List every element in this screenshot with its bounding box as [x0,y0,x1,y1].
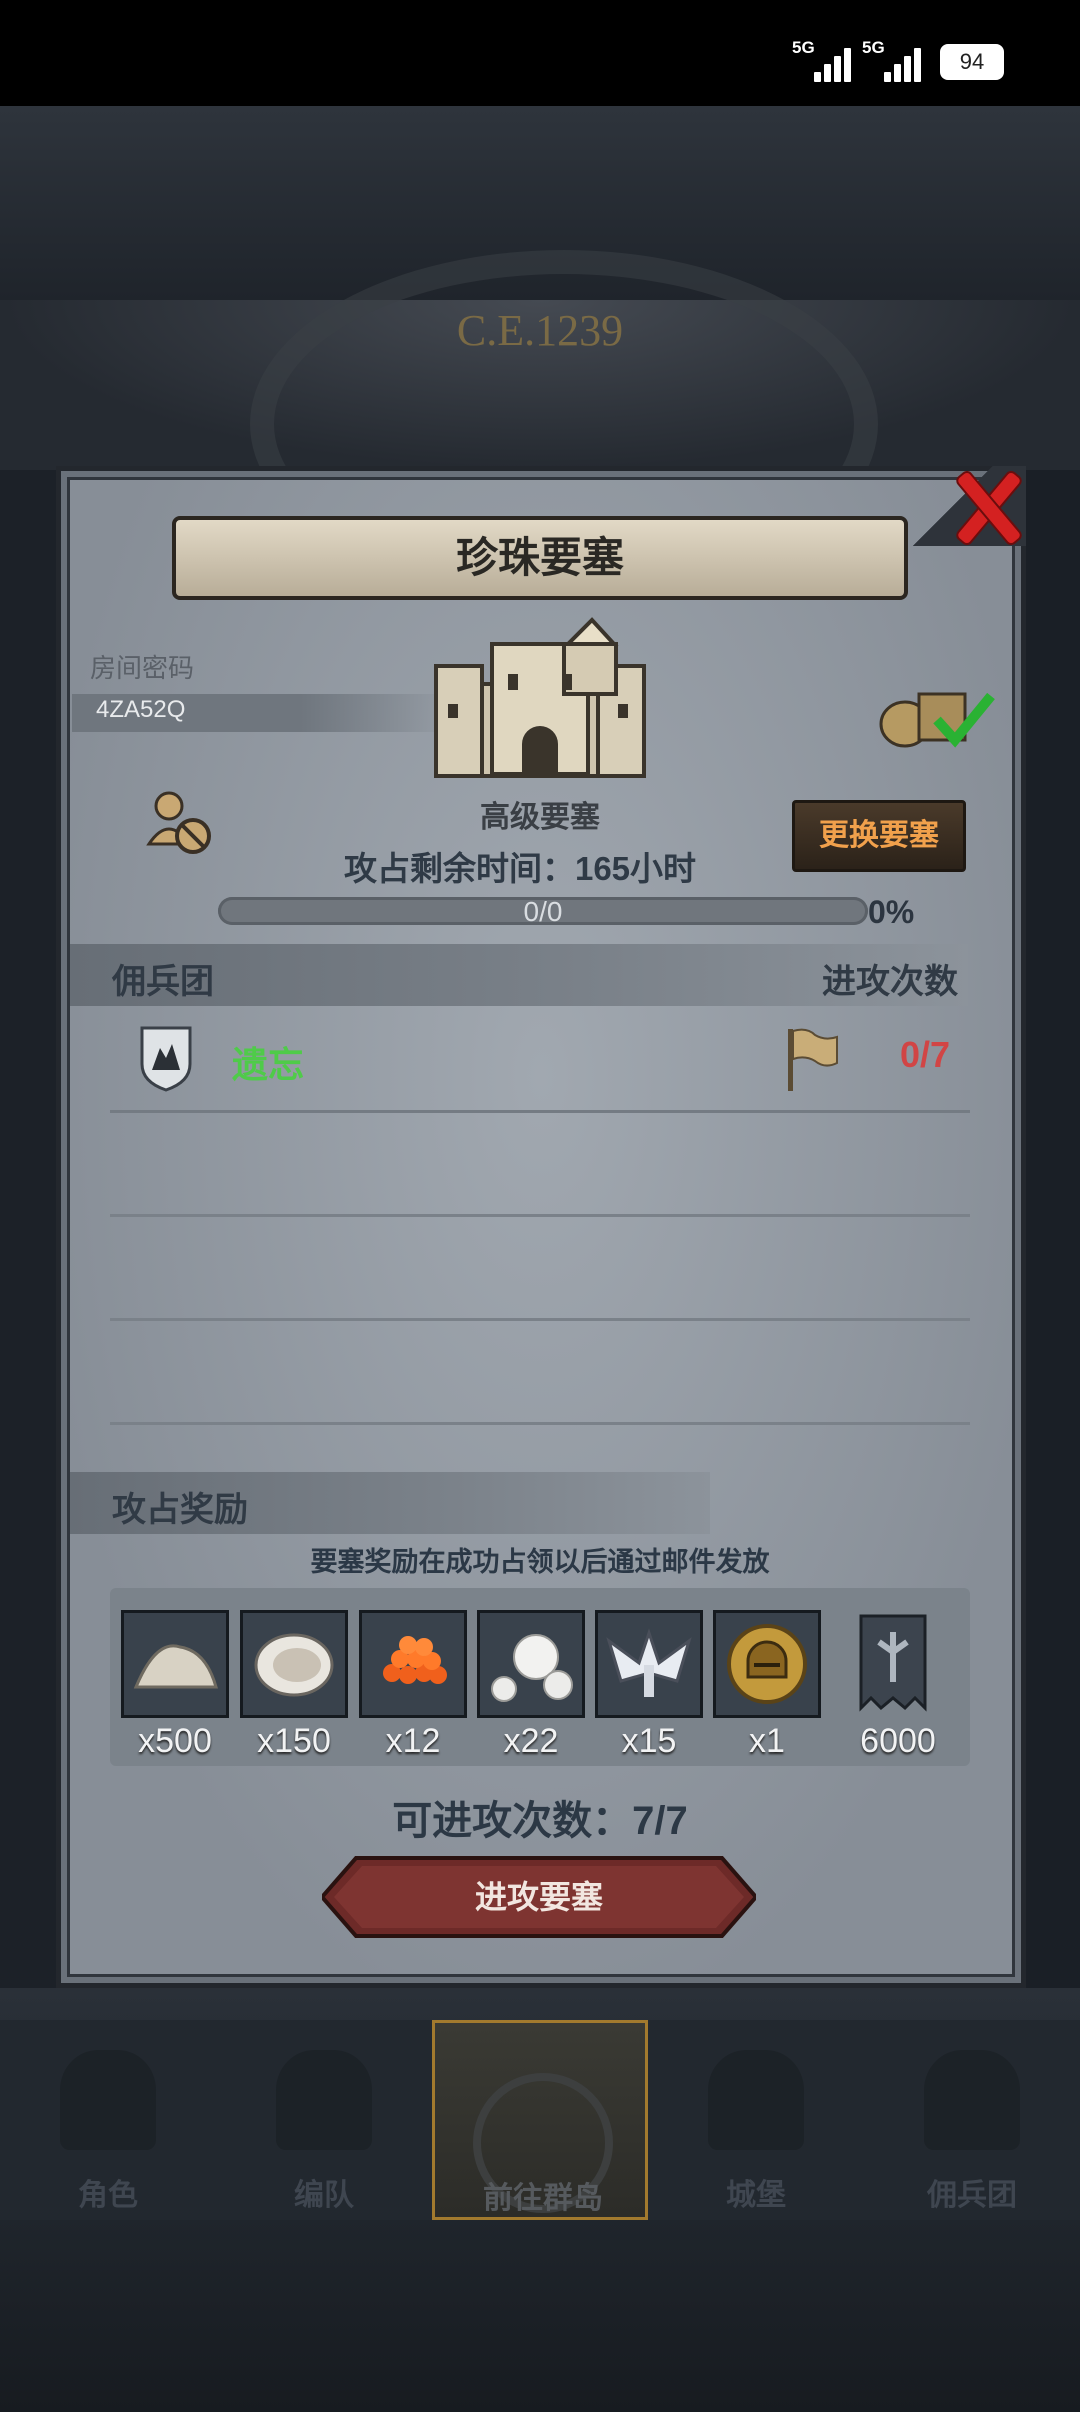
nav-label: 角色 [78,2179,138,2212]
fortress-level: 高级要塞 [480,801,600,834]
empty-row [110,1318,970,1425]
guild-name[interactable]: 遗忘 [232,1036,304,1088]
right-side-panel [1022,470,1080,2010]
fish-roe-icon [359,1610,467,1718]
banner-icon[interactable] [855,1610,931,1716]
flag-icon [788,1028,838,1091]
guild-shield-icon [140,1026,192,1092]
nav-item-character[interactable]: 角色 [0,2020,216,2220]
nav-label: 城堡 [726,2179,786,2212]
status-bar: 5G 5G 94 [0,0,1080,106]
helmet-coin-icon [713,1610,821,1718]
nav-label: 佣兵团 [927,2179,1017,2212]
reward-bag-check-icon[interactable] [875,680,995,750]
close-icon[interactable] [952,468,1026,548]
reward-item[interactable] [121,1610,229,1718]
nav-item-formation[interactable]: 编队 [216,2020,432,2220]
fortress-castle-icon [434,617,646,778]
salt-pile-icon [121,1610,229,1718]
swap-fortress-label[interactable]: 更换要塞 [792,800,966,872]
reward-qty: x15 [621,1722,677,1760]
attacks-header: 进攻次数 [822,963,958,1001]
rewards-header: 攻占奖励 [112,1491,248,1529]
nav-item-castle[interactable]: 城堡 [648,2020,864,2220]
remaining-attacks: 可进攻次数：7/7 [392,1799,688,1843]
rewards-note: 要塞奖励在成功占领以后通过邮件发放 [310,1547,770,1577]
reward-qty: x12 [385,1722,441,1760]
character-icon [60,2050,156,2150]
reward-qty: 6000 [860,1722,936,1760]
empty-row [110,1214,970,1321]
attack-fortress-label[interactable]: 进攻要塞 [322,1856,756,1938]
nav-item-mercenary[interactable]: 佣兵团 [864,2020,1080,2220]
room-code-value[interactable]: 4ZA52Q [96,696,185,724]
nav-label: 编队 [294,2179,354,2212]
reward-item[interactable] [477,1610,585,1718]
reward-item[interactable] [595,1610,703,1718]
reward-qty: x500 [138,1722,212,1760]
pearl-icon [477,1610,585,1718]
winged-emblem-icon [595,1610,703,1718]
user-blocked-icon[interactable] [145,790,215,856]
battery-indicator: 94 [940,44,1004,80]
reward-qty: x150 [257,1722,331,1760]
castle-icon [708,2050,804,2150]
left-side-panel [0,470,58,2010]
progress-percent: 0% [868,894,915,930]
oyster-icon [240,1610,348,1718]
nav-label: 前往群岛 [483,2182,603,2215]
guild-attack-count: 0/7 [900,1034,951,1075]
era-label: C.E.1239 [456,306,624,355]
empty-row [110,1110,970,1217]
mercenary-icon [924,2050,1020,2150]
signal-label: 5G [862,38,885,57]
room-code-label: 房间密码 [90,653,195,683]
mercenary-header: 佣兵团 [112,963,214,1001]
capture-timer: 攻占剩余时间：165小时 [343,850,697,887]
progress-count: 0/0 [523,896,563,927]
reward-item[interactable] [713,1610,821,1718]
reward-qty: x22 [503,1722,559,1760]
reward-item[interactable] [240,1610,348,1718]
reward-qty: x1 [749,1722,785,1760]
nav-item-archipelago[interactable]: 前往群岛 [432,2020,648,2220]
reward-item[interactable] [359,1610,467,1718]
formation-icon [276,2050,372,2150]
dialog-title: 珍珠要塞 [455,534,624,581]
signal-label: 5G [792,38,815,57]
